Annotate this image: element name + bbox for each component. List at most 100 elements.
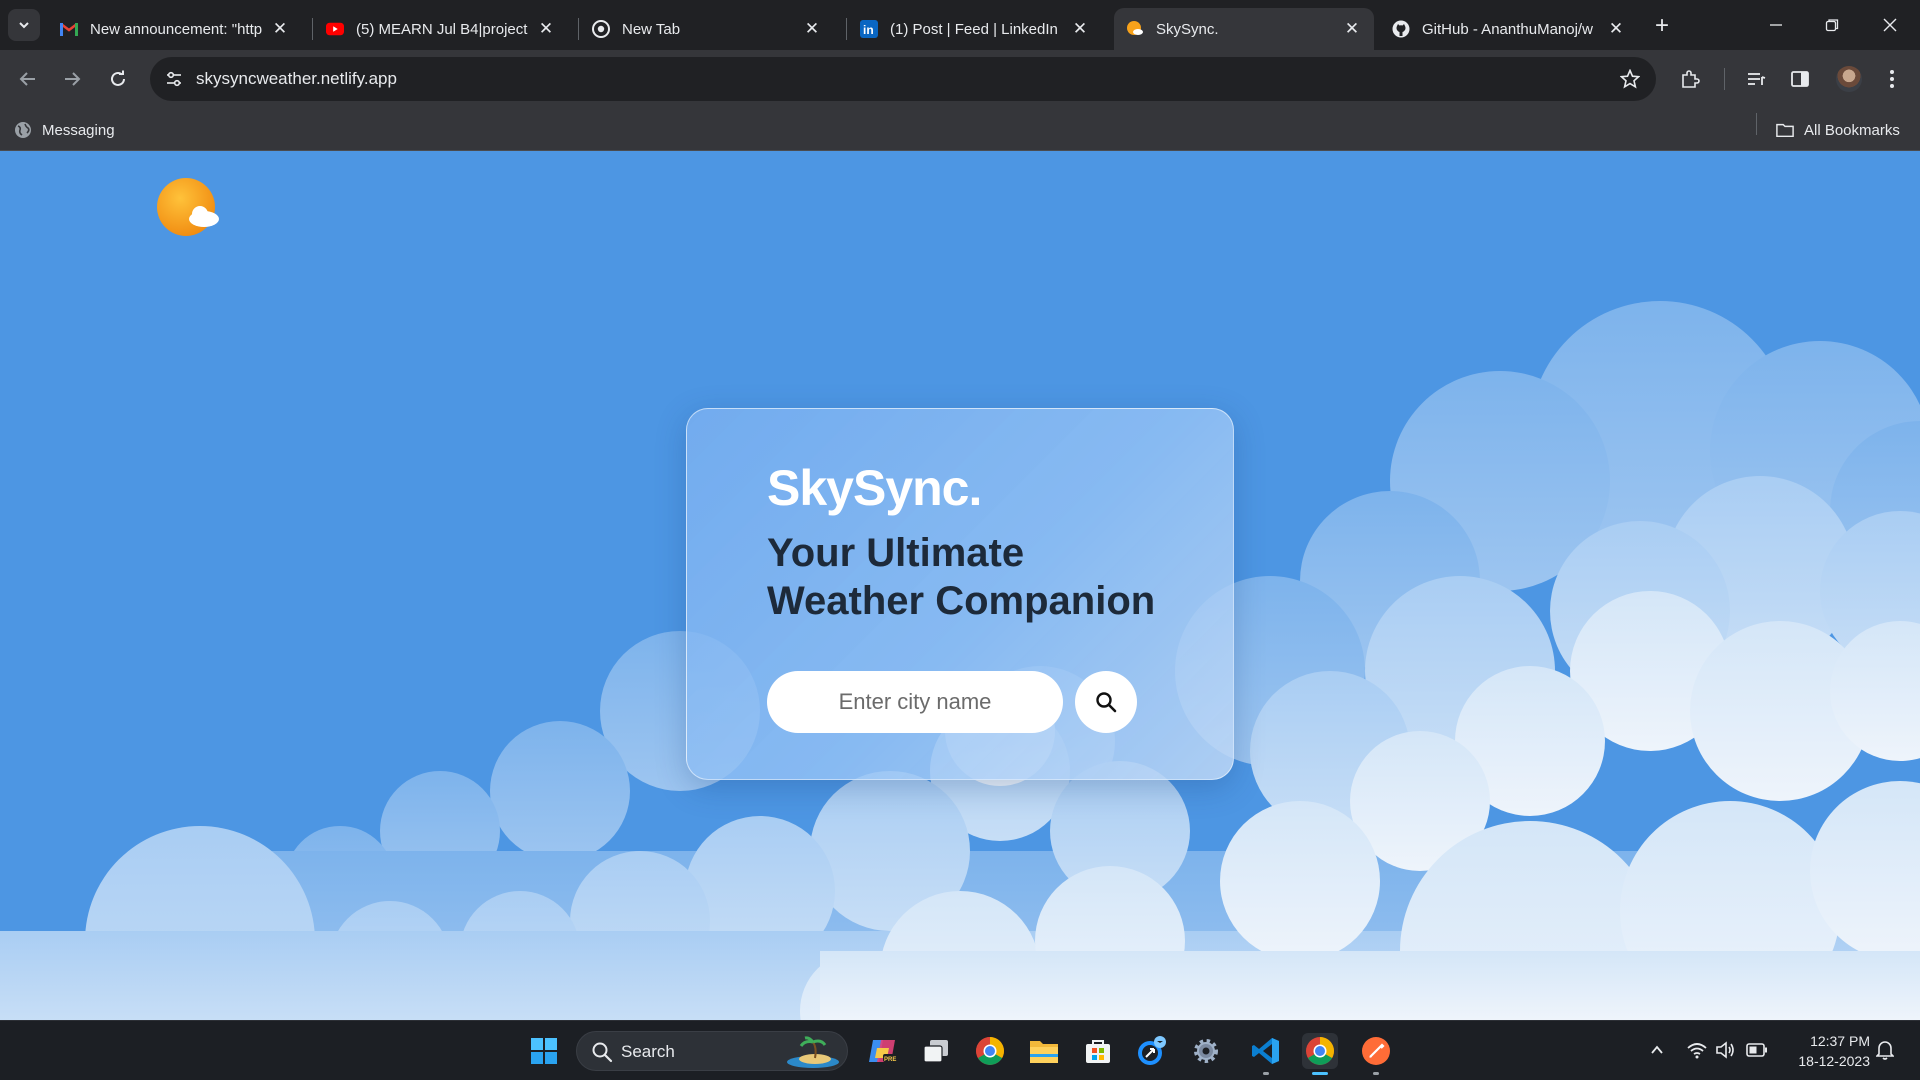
tab-search-button[interactable] — [8, 9, 40, 41]
gmail-icon — [60, 20, 78, 38]
tab-title: GitHub - AnanthuManoj/w — [1422, 20, 1593, 38]
file-explorer-app[interactable] — [1026, 1033, 1062, 1069]
task-view-app[interactable] — [918, 1033, 954, 1069]
speaker-icon — [1716, 1041, 1734, 1059]
more-vertical-icon — [1890, 70, 1894, 88]
battery-status[interactable] — [1746, 1039, 1768, 1061]
bookmarks-bar: Messaging All Bookmarks — [0, 108, 1920, 151]
site-info-button[interactable] — [160, 65, 188, 93]
tab-linkedin[interactable]: in (1) Post | Feed | LinkedIn ✕ — [848, 8, 1102, 50]
clock-time: 12:37 PM — [1810, 1033, 1870, 1049]
bookmarks-divider — [1756, 113, 1757, 135]
tab-skysync[interactable]: SkySync. ✕ — [1114, 8, 1374, 50]
notifications-button[interactable] — [1874, 1039, 1896, 1061]
youtube-icon — [326, 20, 344, 38]
taskbar-search[interactable]: Search — [576, 1031, 848, 1071]
restore-button[interactable] — [1812, 10, 1852, 40]
microsoft-store-app[interactable] — [1080, 1033, 1116, 1069]
tab-title: New Tab — [622, 20, 681, 38]
postman-app[interactable] — [1358, 1033, 1394, 1075]
new-tab-button[interactable]: + — [1648, 12, 1676, 40]
postman-icon — [1362, 1037, 1390, 1065]
close-window-button[interactable] — [1870, 10, 1910, 40]
chrome-icon — [592, 20, 610, 38]
volume-status[interactable] — [1714, 1039, 1736, 1061]
browser-toolbar: skysyncweather.netlify.app — [0, 50, 1920, 108]
chrome-app[interactable] — [972, 1033, 1008, 1069]
tab-youtube[interactable]: (5) MEARN Jul B4|project fo ✕ — [314, 8, 568, 50]
tune-icon — [167, 71, 181, 87]
browser-tab-strip: New announcement: "http ✕ (5) MEARN Jul … — [0, 0, 1920, 50]
search-button[interactable] — [1075, 671, 1137, 733]
github-icon — [1392, 20, 1410, 38]
running-indicator — [1373, 1072, 1379, 1075]
island-icon — [787, 1036, 839, 1068]
windows-taskbar: Search PRE 12:37 PM 18-12-2023 — [0, 1020, 1920, 1080]
close-icon[interactable]: ✕ — [1342, 19, 1362, 39]
bookmark-star-button[interactable] — [1618, 67, 1642, 91]
arrow-left-icon — [19, 72, 35, 86]
settings-app[interactable] — [1188, 1033, 1224, 1069]
chrome-icon — [1306, 1037, 1334, 1065]
bookmark-label: Messaging — [42, 121, 115, 139]
reload-button[interactable] — [102, 63, 134, 95]
tab-github[interactable]: GitHub - AnanthuManoj/w ✕ — [1380, 8, 1638, 50]
brand-title: SkySync. — [767, 460, 982, 516]
forward-button[interactable] — [56, 63, 88, 95]
clock-date: 18-12-2023 — [1798, 1053, 1870, 1069]
folder-icon — [1776, 121, 1794, 139]
copilot-app[interactable]: PRE — [864, 1033, 900, 1069]
windows-icon — [531, 1038, 557, 1064]
toolbar-divider — [1724, 68, 1725, 90]
vscode-app[interactable] — [1248, 1033, 1284, 1075]
bookmark-label: All Bookmarks — [1804, 121, 1900, 139]
store-icon — [1086, 1040, 1110, 1063]
playlist-icon — [1748, 73, 1766, 85]
close-icon[interactable]: ✕ — [536, 19, 556, 39]
tab-title: SkySync. — [1156, 20, 1219, 38]
tab-gmail[interactable]: New announcement: "http ✕ — [48, 8, 302, 50]
chrome-active-app[interactable] — [1302, 1033, 1338, 1075]
running-indicator — [1263, 1072, 1269, 1075]
close-icon[interactable]: ✕ — [1070, 19, 1090, 39]
vscode-icon — [1252, 1038, 1279, 1064]
bookmark-messaging[interactable]: Messaging — [14, 118, 115, 142]
bell-icon — [1876, 1041, 1894, 1060]
star-icon — [1620, 69, 1640, 89]
close-icon[interactable]: ✕ — [1606, 19, 1626, 39]
close-icon[interactable]: ✕ — [270, 19, 290, 39]
messaging-app[interactable] — [1134, 1033, 1170, 1069]
minimize-button[interactable] — [1756, 10, 1796, 40]
tab-title: New announcement: "http — [90, 20, 263, 38]
profile-avatar[interactable] — [1836, 66, 1862, 92]
wifi-icon — [1687, 1043, 1707, 1059]
taskbar-search-label: Search — [621, 1042, 675, 1061]
search-icon — [1096, 692, 1117, 713]
globe-icon — [14, 121, 32, 139]
puzzle-icon — [1682, 70, 1700, 88]
system-clock[interactable]: 12:37 PM 18-12-2023 — [1786, 1031, 1870, 1071]
tab-title: (5) MEARN Jul B4|project fo — [356, 20, 530, 38]
chevron-down-icon — [19, 22, 29, 29]
wifi-status[interactable] — [1686, 1039, 1708, 1061]
tab-new-tab[interactable]: New Tab ✕ — [580, 8, 834, 50]
side-panel-button[interactable] — [1786, 65, 1814, 93]
back-button[interactable] — [12, 63, 44, 95]
close-icon[interactable]: ✕ — [802, 19, 822, 39]
svg-text:in: in — [863, 23, 874, 37]
start-button[interactable] — [526, 1033, 562, 1069]
browser-menu-button[interactable] — [1878, 65, 1906, 93]
svg-text:PRE: PRE — [884, 1057, 896, 1063]
extensions-button[interactable] — [1676, 65, 1704, 93]
address-bar[interactable]: skysyncweather.netlify.app — [150, 57, 1656, 101]
weather-logo-icon[interactable] — [156, 177, 222, 243]
task-view-icon — [923, 1040, 948, 1063]
reload-icon — [111, 70, 125, 86]
show-hidden-icons-button[interactable] — [1646, 1039, 1668, 1061]
gear-icon — [1194, 1039, 1218, 1063]
media-controls-button[interactable] — [1742, 65, 1770, 93]
url-text[interactable]: skysyncweather.netlify.app — [196, 69, 397, 89]
chrome-icon — [976, 1037, 1004, 1065]
city-search-input[interactable] — [767, 671, 1063, 733]
all-bookmarks-button[interactable]: All Bookmarks — [1776, 118, 1900, 142]
